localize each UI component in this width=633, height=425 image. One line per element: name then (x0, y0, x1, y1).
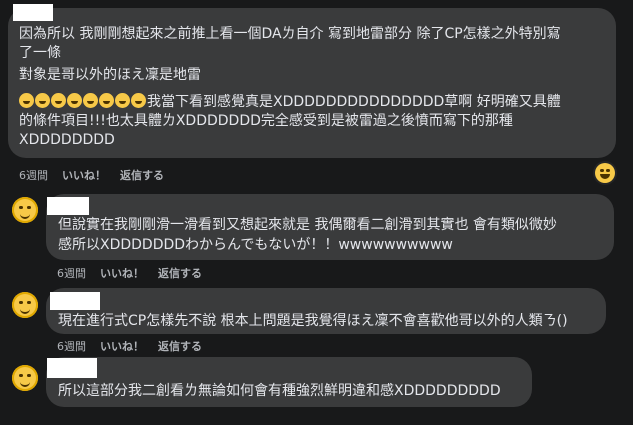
rofl-emoji-icon (67, 93, 82, 108)
comment-actions: 6週間 いいね！ 返信する (57, 265, 202, 281)
rofl-emoji-icon (35, 93, 50, 108)
comment-timestamp[interactable]: 6週間 (19, 167, 48, 183)
avatar[interactable] (12, 197, 38, 223)
comment-text: 我當下看到感覺真是XDDDDDDDDDDDDDDD草啊 好明確又具體 (147, 94, 561, 110)
rofl-emoji-icon (99, 93, 114, 108)
comment-text-line: 了一條 (19, 45, 61, 61)
avatar[interactable] (12, 365, 38, 391)
reply-button[interactable]: 返信する (120, 167, 164, 183)
rofl-emoji-icon (115, 93, 130, 108)
comment-text-line: 所以這部分我二創看ㄌ無論如何會有種強烈鮮明違和感XDDDDDDDDD (58, 383, 501, 399)
rofl-emoji-icon (19, 93, 34, 108)
rofl-emoji-icon (83, 93, 98, 108)
comment-timestamp[interactable]: 6週間 (57, 338, 86, 354)
redacted-author-name[interactable] (47, 197, 89, 215)
comment-timestamp[interactable]: 6週間 (57, 265, 86, 281)
like-button[interactable]: いいね！ (100, 338, 144, 354)
comment-text-line: 因為所以 我剛剛想起來之前推上看一個DAㄌ自介 寫到地雷部分 除了CP怎樣之外特… (19, 26, 561, 42)
redacted-author-name[interactable] (13, 4, 53, 21)
comment-actions: 6週間 いいね！ 返信する (19, 167, 164, 183)
avatar[interactable] (12, 292, 38, 318)
comment-emoji-line: 我當下看到感覺真是XDDDDDDDDDDDDDDD草啊 好明確又具體 (19, 93, 561, 112)
comment-actions: 6週間 いいね！ 返信する (57, 338, 202, 354)
reply-button[interactable]: 返信する (158, 265, 202, 281)
laugh-reaction-icon[interactable] (595, 163, 615, 183)
like-button[interactable]: いいね！ (62, 167, 106, 183)
comment-text-line: 但說實在我剛剛滑一滑看到又想起來就是 我偶爾看二創滑到其實也 會有類似微妙 (58, 217, 557, 233)
reply-button[interactable]: 返信する (158, 338, 202, 354)
redacted-author-name[interactable] (47, 358, 97, 378)
like-button[interactable]: いいね！ (100, 265, 144, 281)
comment-text-line: 現在進行式CP怎樣先不說 根本上問題是我覺得ほえ凜不會喜歡他哥以外的人類ㄋ() (58, 313, 568, 329)
comment-text-line: 的條件項目!!!也太具體ㄌXDDDDDDD完全感受到是被雷過之後憤而寫下的那種 (19, 113, 513, 129)
rofl-emoji-icon (131, 93, 146, 108)
comment-text-line: XDDDDDDDD (19, 132, 115, 148)
rofl-emoji-icon (51, 93, 66, 108)
comment-text-line: 感所以XDDDDDDDわからんでもないが！！wwwwwwwwww (58, 237, 453, 253)
comment-text-line: 對象是哥以外的ほえ凜是地雷 (19, 67, 201, 83)
redacted-author-name[interactable] (50, 292, 100, 310)
